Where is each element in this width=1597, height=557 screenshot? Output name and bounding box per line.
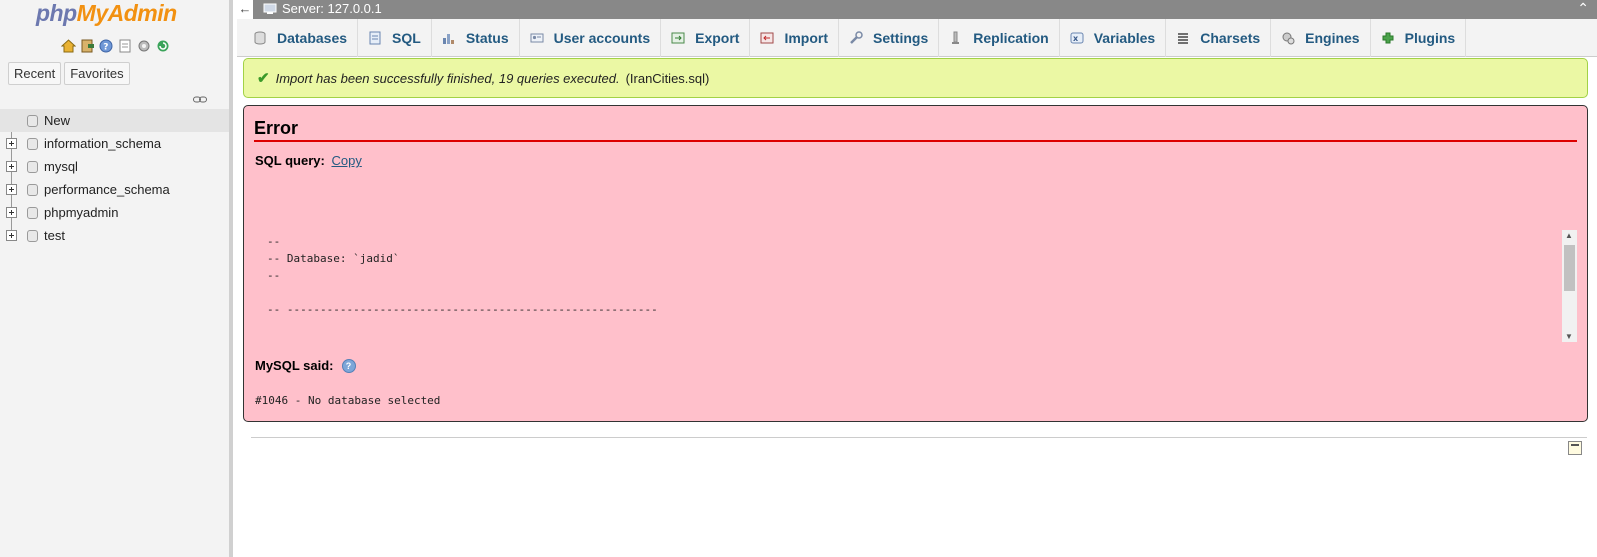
expand-icon[interactable] [6,207,17,218]
tree-item-test[interactable]: test [0,224,229,247]
main-tabs: Databases SQL Status User accounts Expor… [237,19,1597,57]
tab-settings[interactable]: Settings [839,19,940,57]
nav-icon-bar: ? [60,38,171,53]
database-icon [27,230,38,242]
import-file-name: (IranCities.sql) [625,70,710,86]
help-icon[interactable]: ? [98,38,114,53]
database-icon [253,31,267,45]
tree-item-information-schema[interactable]: information_schema [0,132,229,155]
sql-query-label: SQL query: [255,153,325,168]
database-icon [27,184,38,196]
server-breadcrumb-bar: ← Server: 127.0.0.1 ⌃ [237,0,1597,19]
server-label: Server: 127.0.0.1 [282,1,382,16]
link-icon[interactable] [193,92,207,107]
sql-query-row: SQL query: Copy [255,153,362,168]
collapse-icon[interactable]: ⌃ [1577,0,1589,17]
server-icon [263,3,277,14]
tree-item-label: performance_schema [44,182,170,197]
wrench-icon [849,31,863,45]
tab-export[interactable]: Export [661,19,751,57]
export-icon [671,31,685,45]
navigation-panel: phpMyAdmin ? Recent Favorites New inform… [0,0,233,557]
plugins-icon [1381,31,1395,45]
users-icon [530,31,544,45]
tree-item-label: information_schema [44,136,162,151]
tab-status[interactable]: Status [432,19,520,57]
tab-user-accounts[interactable]: User accounts [520,19,662,57]
replication-icon [949,31,963,45]
scroll-up-icon[interactable]: ▲ [1565,231,1573,240]
nav-tabs: Recent Favorites [8,62,130,85]
tree-item-mysql[interactable]: mysql [0,155,229,178]
phpmyadmin-logo[interactable]: phpMyAdmin [36,0,177,27]
docs-icon[interactable] [117,38,133,53]
recent-button[interactable]: Recent [8,62,62,85]
expand-icon[interactable] [6,161,17,172]
scroll-down-icon[interactable]: ▼ [1565,332,1573,341]
expand-icon[interactable] [6,230,17,241]
tree-item-new[interactable]: New [0,109,229,132]
expand-icon[interactable] [6,184,17,195]
favorites-button[interactable]: Favorites [64,62,130,85]
status-icon [442,31,456,45]
tree-item-label: New [44,113,71,128]
database-tree: New information_schema mysql performance… [0,109,229,247]
database-icon [27,161,38,173]
new-database-icon [27,115,38,127]
tree-item-label: phpmyadmin [44,205,119,220]
reload-icon[interactable] [155,38,171,53]
error-message: Error SQL query: Copy -- -- Database: `j… [243,105,1588,422]
engines-icon [1281,31,1295,45]
tree-item-label: test [44,228,65,243]
tab-charsets[interactable]: Charsets [1166,19,1272,57]
variables-icon: x [1070,31,1084,45]
documentation-icon[interactable]: ? [341,358,356,373]
mysql-said-label: MySQL said: [255,358,334,373]
error-title: Error [254,118,1577,142]
tree-item-phpmyadmin[interactable]: phpmyadmin [0,201,229,224]
sql-query-box[interactable]: -- -- Database: `jadid` -- -- ----------… [255,226,1577,342]
sql-line: -- Database: `jadid` [267,252,400,265]
back-arrow-icon[interactable]: ← [237,0,253,19]
tab-variables[interactable]: x Variables [1060,19,1167,57]
tab-sql[interactable]: SQL [358,19,432,57]
sql-scrollbar[interactable]: ▲ ▼ [1562,230,1577,342]
sql-line: -- [267,235,281,248]
logout-icon[interactable] [79,38,95,53]
database-icon [27,138,38,150]
settings-gear-icon[interactable] [136,38,152,53]
svg-text:x: x [1073,34,1079,43]
success-text: Import has been successfully finished, 1… [275,70,620,86]
home-icon[interactable] [60,38,76,53]
database-icon [27,207,38,219]
success-message: ✔ Import has been successfully finished,… [243,58,1588,98]
copy-link[interactable]: Copy [331,153,361,168]
tab-engines[interactable]: Engines [1271,19,1371,57]
import-icon [760,31,774,45]
console-icon[interactable] [1568,441,1582,455]
tab-replication[interactable]: Replication [939,19,1060,57]
scroll-thumb[interactable] [1564,245,1575,291]
sql-line: -- -------------------------------------… [267,303,658,316]
tree-item-label: mysql [44,159,78,174]
mysql-said-row: MySQL said: ? [255,358,356,373]
svg-text:?: ? [103,42,108,52]
tab-plugins[interactable]: Plugins [1371,19,1467,57]
server-breadcrumb[interactable]: Server: 127.0.0.1 [263,1,382,16]
tree-item-performance-schema[interactable]: performance_schema [0,178,229,201]
divider [251,437,1587,438]
tab-import[interactable]: Import [750,19,840,57]
sql-icon [368,31,382,45]
charsets-icon [1176,31,1190,45]
expand-icon[interactable] [6,138,17,149]
error-code-message: #1046 - No database selected [255,394,441,407]
check-icon: ✔ [257,70,270,87]
sql-line: -- [267,269,281,282]
tab-databases[interactable]: Databases [243,19,359,57]
